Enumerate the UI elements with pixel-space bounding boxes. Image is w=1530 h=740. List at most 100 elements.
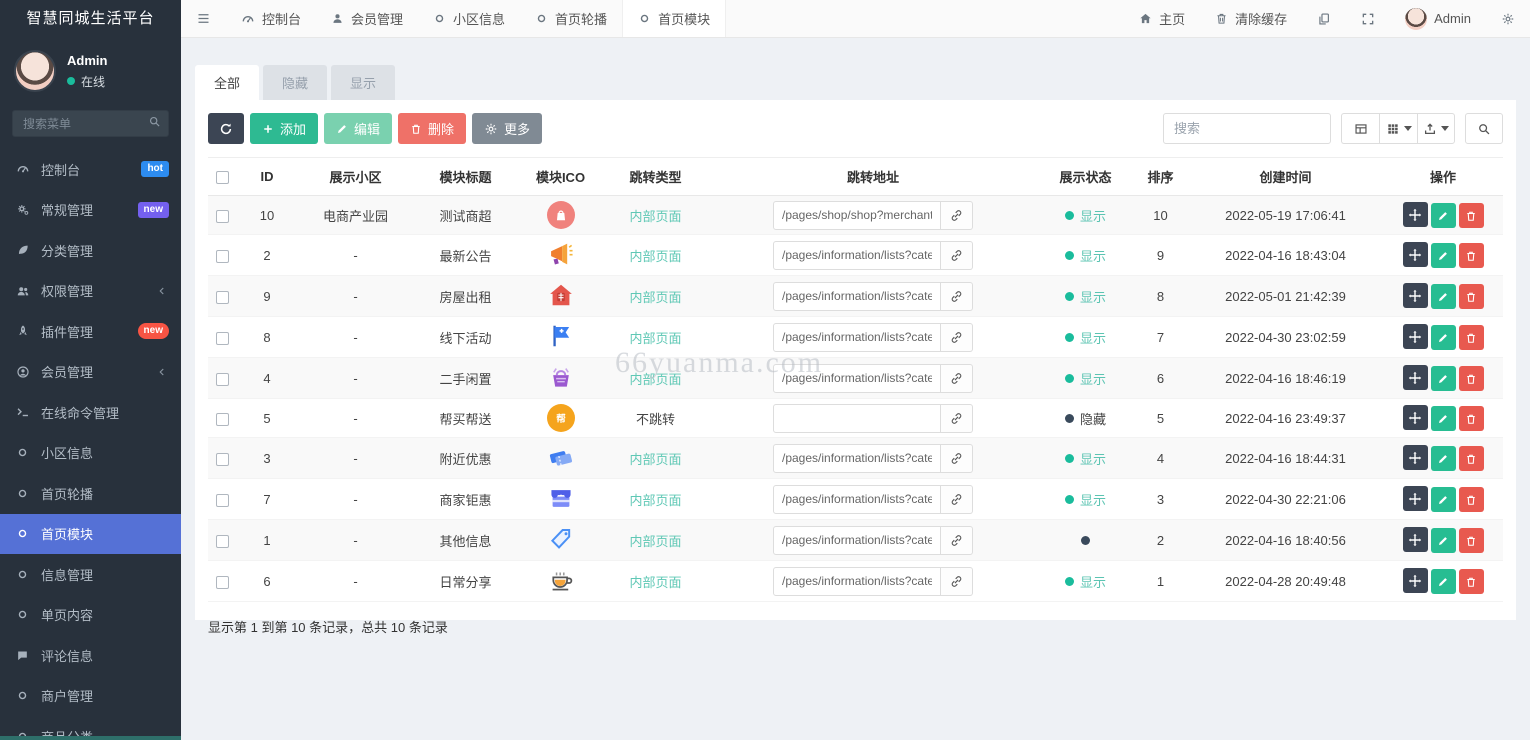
sidebar-search-input[interactable] — [12, 110, 169, 137]
row-edit-button[interactable] — [1430, 446, 1456, 471]
drag-move-button[interactable] — [1402, 242, 1428, 267]
row-checkbox[interactable] — [215, 575, 229, 589]
row-edit-button[interactable] — [1430, 569, 1456, 594]
jump-url-input[interactable] — [773, 240, 941, 270]
navbar-tab[interactable]: 会员管理 — [316, 0, 418, 37]
filter-tab[interactable]: 隐藏 — [263, 65, 328, 100]
link-icon[interactable] — [941, 443, 973, 473]
drag-move-button[interactable] — [1402, 324, 1428, 349]
home-button[interactable]: 主页 — [1124, 0, 1200, 37]
row-delete-button[interactable] — [1458, 446, 1484, 471]
jump-url-input[interactable] — [773, 281, 941, 311]
column-header[interactable]: 操作 — [1383, 157, 1503, 196]
sidebar-item[interactable]: 首页模块 — [0, 513, 181, 554]
row-checkbox[interactable] — [215, 493, 229, 507]
more-button[interactable]: 更多 — [472, 113, 543, 144]
link-icon[interactable] — [941, 403, 973, 433]
jump-url-input[interactable] — [773, 443, 941, 473]
link-icon[interactable] — [941, 363, 973, 393]
row-checkbox[interactable] — [215, 331, 229, 345]
filter-tab[interactable]: 显示 — [331, 65, 396, 100]
drag-move-button[interactable] — [1402, 486, 1428, 511]
sidebar-item[interactable]: 控制台 hot — [0, 149, 181, 190]
jump-url-input[interactable] — [773, 322, 941, 352]
status-badge[interactable] — [1081, 535, 1090, 545]
row-delete-button[interactable] — [1458, 203, 1484, 228]
navbar-tab[interactable]: 首页轮播 — [520, 0, 622, 37]
row-checkbox[interactable] — [215, 290, 229, 304]
link-icon[interactable] — [941, 484, 973, 514]
row-delete-button[interactable] — [1458, 569, 1484, 594]
link-icon[interactable] — [941, 200, 973, 230]
sidebar-item[interactable]: 信息管理 — [0, 554, 181, 595]
row-checkbox[interactable] — [215, 452, 229, 466]
column-header[interactable]: 展示小区 — [298, 157, 413, 196]
jump-url-input[interactable] — [773, 363, 941, 393]
status-badge[interactable]: 显示 — [1064, 246, 1106, 265]
sidebar-item[interactable]: 会员管理 — [0, 352, 181, 393]
sidebar-item[interactable]: 插件管理 new — [0, 311, 181, 352]
toggle-view-button[interactable] — [1341, 113, 1379, 144]
export-button[interactable] — [1417, 113, 1455, 144]
status-badge[interactable]: 显示 — [1064, 328, 1106, 347]
row-edit-button[interactable] — [1430, 406, 1456, 431]
row-checkbox[interactable] — [215, 534, 229, 548]
delete-button[interactable]: 删除 — [398, 113, 467, 144]
gear-icon[interactable] — [1486, 0, 1530, 37]
status-badge[interactable]: 显示 — [1064, 572, 1106, 591]
expand-icon[interactable] — [1346, 0, 1390, 37]
jump-url-input[interactable] — [773, 484, 941, 514]
row-delete-button[interactable] — [1458, 325, 1484, 350]
row-edit-button[interactable] — [1430, 203, 1456, 228]
column-header[interactable]: 跳转地址 — [708, 157, 1038, 196]
link-icon[interactable] — [941, 322, 973, 352]
column-header[interactable]: 模块标题 — [413, 157, 518, 196]
row-delete-button[interactable] — [1458, 487, 1484, 512]
row-checkbox[interactable] — [215, 372, 229, 386]
column-header[interactable]: 跳转类型 — [603, 157, 708, 196]
sidebar-item[interactable]: 分类管理 — [0, 230, 181, 271]
row-checkbox[interactable] — [215, 412, 229, 426]
edit-button[interactable]: 编辑 — [324, 113, 393, 144]
sidebar-item[interactable]: 小区信息 — [0, 433, 181, 474]
sidebar-item[interactable]: 在线命令管理 — [0, 392, 181, 433]
status-badge[interactable]: 显示 — [1064, 206, 1106, 225]
refresh-button[interactable] — [208, 113, 244, 144]
sidebar-item[interactable]: 评论信息 — [0, 635, 181, 676]
sidebar-item[interactable]: 权限管理 — [0, 271, 181, 312]
row-checkbox[interactable] — [215, 209, 229, 223]
sidebar-item[interactable]: 单页内容 — [0, 595, 181, 636]
status-badge[interactable]: 显示 — [1064, 449, 1106, 468]
jump-url-input[interactable] — [773, 403, 941, 433]
column-header[interactable]: 模块ICO — [518, 157, 603, 196]
drag-move-button[interactable] — [1402, 568, 1428, 593]
user-menu[interactable]: Admin — [1390, 0, 1486, 37]
row-edit-button[interactable] — [1430, 243, 1456, 268]
link-icon[interactable] — [941, 566, 973, 596]
drag-move-button[interactable] — [1402, 527, 1428, 552]
row-edit-button[interactable] — [1430, 528, 1456, 553]
sidebar-item[interactable]: 首页轮播 — [0, 473, 181, 514]
drag-move-button[interactable] — [1402, 405, 1428, 430]
link-icon[interactable] — [941, 240, 973, 270]
column-header[interactable]: 排序 — [1133, 157, 1188, 196]
link-icon[interactable] — [941, 281, 973, 311]
column-header[interactable]: 创建时间 — [1188, 157, 1383, 196]
advanced-search-button[interactable] — [1465, 113, 1503, 144]
drag-move-button[interactable] — [1402, 445, 1428, 470]
copy-icon[interactable] — [1302, 0, 1346, 37]
select-all-checkbox[interactable] — [215, 171, 229, 185]
sidebar-toggle-button[interactable] — [181, 0, 226, 37]
jump-url-input[interactable] — [773, 525, 941, 555]
sidebar-item[interactable]: 常规管理 new — [0, 190, 181, 231]
row-edit-button[interactable] — [1430, 366, 1456, 391]
row-delete-button[interactable] — [1458, 366, 1484, 391]
jump-url-input[interactable] — [773, 200, 941, 230]
navbar-tab[interactable]: 首页模块 — [622, 0, 727, 37]
column-header[interactable]: ID — [236, 157, 298, 196]
link-icon[interactable] — [941, 525, 973, 555]
status-badge[interactable]: 显示 — [1064, 490, 1106, 509]
row-edit-button[interactable] — [1430, 325, 1456, 350]
status-badge[interactable]: 显示 — [1064, 287, 1106, 306]
navbar-tab[interactable]: 小区信息 — [418, 0, 520, 37]
